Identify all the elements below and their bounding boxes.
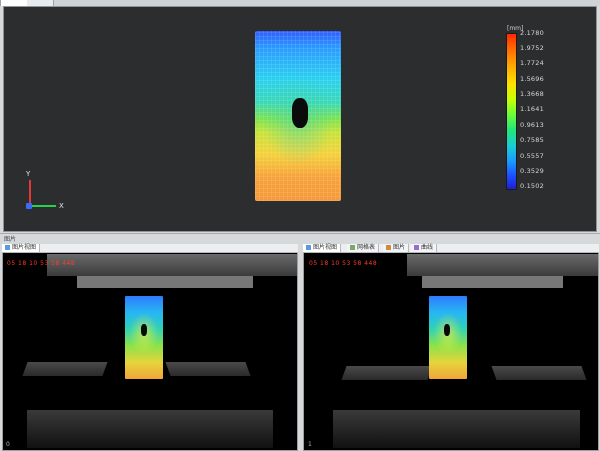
timestamp-right: 05 18 10 53 58 448	[309, 260, 378, 267]
tab-curve[interactable]: 曲线	[411, 244, 438, 252]
scale-label-5: 1.1641	[520, 105, 544, 113]
z-axis-marker	[26, 203, 32, 209]
right-jaw	[491, 366, 587, 380]
image-view-icon	[5, 245, 10, 250]
upper-fixture	[406, 254, 598, 276]
scale-label-1: 1.9752	[520, 44, 544, 52]
grid-icon	[350, 245, 355, 250]
camera-scene-right	[304, 254, 598, 450]
curve-icon	[414, 245, 419, 250]
right-jaw	[165, 362, 251, 376]
y-axis-label: Y	[26, 170, 31, 178]
specimen-hole-left	[141, 324, 147, 336]
specimen-hole	[292, 98, 308, 128]
upper-fixture	[47, 254, 297, 276]
tab-image[interactable]: 图片	[383, 244, 410, 252]
color-scale-bar	[506, 33, 517, 190]
specimen-overlay-left	[125, 296, 163, 379]
scale-label-8: 0.5557	[520, 152, 544, 160]
picture-icon	[386, 245, 391, 250]
tab-label: 图片	[393, 244, 406, 251]
camera-scene-left	[3, 254, 297, 450]
scale-label-9: 0.3529	[520, 167, 544, 175]
lower-fixture	[333, 410, 581, 448]
image-panels-bar-label: 图片	[4, 236, 17, 243]
x-axis-label: X	[59, 202, 64, 210]
tab-label: 图片视图	[313, 244, 338, 251]
left-jaw	[22, 362, 108, 376]
specimen-overlay-right	[429, 296, 467, 379]
page-number-left: 0	[6, 441, 10, 448]
panel-header-left: 图片视图	[2, 244, 298, 253]
panel-header-right: 图片视图 网格表 图片 曲线	[303, 244, 599, 253]
scale-label-7: 0.7585	[520, 136, 544, 144]
image-view-icon	[306, 245, 311, 250]
timestamp-left: 05 18 10 53 58 448	[7, 260, 76, 267]
lower-fixture	[26, 410, 274, 448]
scale-label-10: 0.1502	[520, 182, 544, 190]
upper-fixture-plate	[421, 276, 563, 288]
page-number-right: 1	[308, 441, 312, 448]
specimen-hole-right	[444, 324, 450, 336]
tab-label: 曲线	[421, 244, 434, 251]
tab-grid-table[interactable]: 网格表	[347, 244, 380, 252]
x-axis-arrow	[29, 205, 56, 207]
scale-label-2: 1.7724	[520, 59, 544, 67]
scale-label-0: 2.1780	[520, 29, 544, 37]
camera-panel-left[interactable]	[2, 244, 298, 451]
tab-label: 网格表	[357, 244, 376, 251]
tab-image-view-left[interactable]: 图片视图	[2, 244, 41, 252]
left-jaw	[341, 366, 433, 380]
tab-label: 图片视图	[12, 244, 37, 251]
axis-triad: Y X	[20, 170, 70, 215]
camera-panel-right[interactable]	[303, 244, 599, 451]
scale-label-4: 1.3668	[520, 90, 544, 98]
image-panels-bar: 图片	[0, 233, 600, 244]
scale-label-3: 1.5696	[520, 75, 544, 83]
scale-label-6: 0.9613	[520, 121, 544, 129]
tab-image-view-right[interactable]: 图片视图	[303, 244, 342, 252]
upper-fixture-plate	[76, 276, 253, 288]
